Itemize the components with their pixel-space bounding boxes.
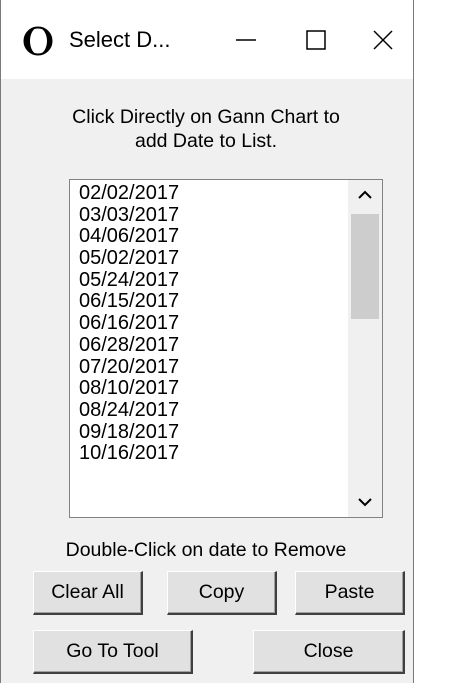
list-item[interactable]: 03/03/2017: [79, 204, 179, 227]
maximize-icon: [306, 29, 326, 50]
list-item[interactable]: 07/20/2017: [79, 356, 179, 379]
window-title: Select D...: [69, 27, 171, 52]
scroll-thumb[interactable]: [351, 214, 379, 319]
instruction-line-1: Click Directly on Gann Chart to: [72, 106, 340, 128]
close-window-button[interactable]: [353, 0, 413, 79]
list-item[interactable]: 05/24/2017: [79, 269, 179, 292]
chevron-down-icon: [358, 498, 372, 507]
close-button[interactable]: Close: [253, 630, 405, 674]
select-dates-dialog: Select D... Click Directly on Gann Chart…: [0, 0, 414, 683]
moon-phase-icon: [23, 26, 53, 56]
copy-button[interactable]: Copy: [167, 571, 277, 615]
instruction-line-2: add Date to List.: [134, 130, 277, 152]
list-item[interactable]: 10/16/2017: [79, 443, 179, 465]
list-item[interactable]: 08/10/2017: [79, 377, 179, 400]
list-item[interactable]: 02/02/2017: [79, 182, 179, 205]
close-icon: [373, 29, 393, 50]
scroll-down-button[interactable]: [348, 487, 382, 517]
go-to-tool-button[interactable]: Go To Tool: [33, 630, 193, 674]
list-item[interactable]: 05/02/2017: [79, 247, 179, 270]
list-item[interactable]: 08/24/2017: [79, 399, 179, 422]
chevron-up-icon: [358, 190, 372, 199]
list-item[interactable]: 06/16/2017: [79, 312, 179, 335]
instruction-text: Click Directly on Gann Chart to add Date…: [41, 105, 371, 153]
list-item[interactable]: 06/15/2017: [79, 291, 179, 313]
list-item[interactable]: 04/06/2017: [79, 226, 179, 248]
minimize-button[interactable]: [216, 0, 276, 79]
remove-hint-text: Double-Click on date to Remove: [65, 539, 347, 561]
dates-list: 02/02/2017 03/03/2017 04/06/2017 05/02/2…: [79, 182, 179, 465]
list-item[interactable]: 09/18/2017: [79, 421, 179, 444]
minimize-icon: [236, 38, 256, 41]
list-item[interactable]: 06/28/2017: [79, 334, 179, 357]
paste-button[interactable]: Paste: [295, 571, 405, 615]
clear-all-button[interactable]: Clear All: [33, 571, 143, 615]
dates-listbox[interactable]: 02/02/2017 03/03/2017 04/06/2017 05/02/2…: [69, 179, 383, 518]
title-bar[interactable]: Select D...: [1, 0, 413, 79]
maximize-button[interactable]: [286, 0, 346, 79]
vertical-scrollbar[interactable]: [348, 180, 382, 517]
scroll-up-button[interactable]: [348, 180, 382, 210]
